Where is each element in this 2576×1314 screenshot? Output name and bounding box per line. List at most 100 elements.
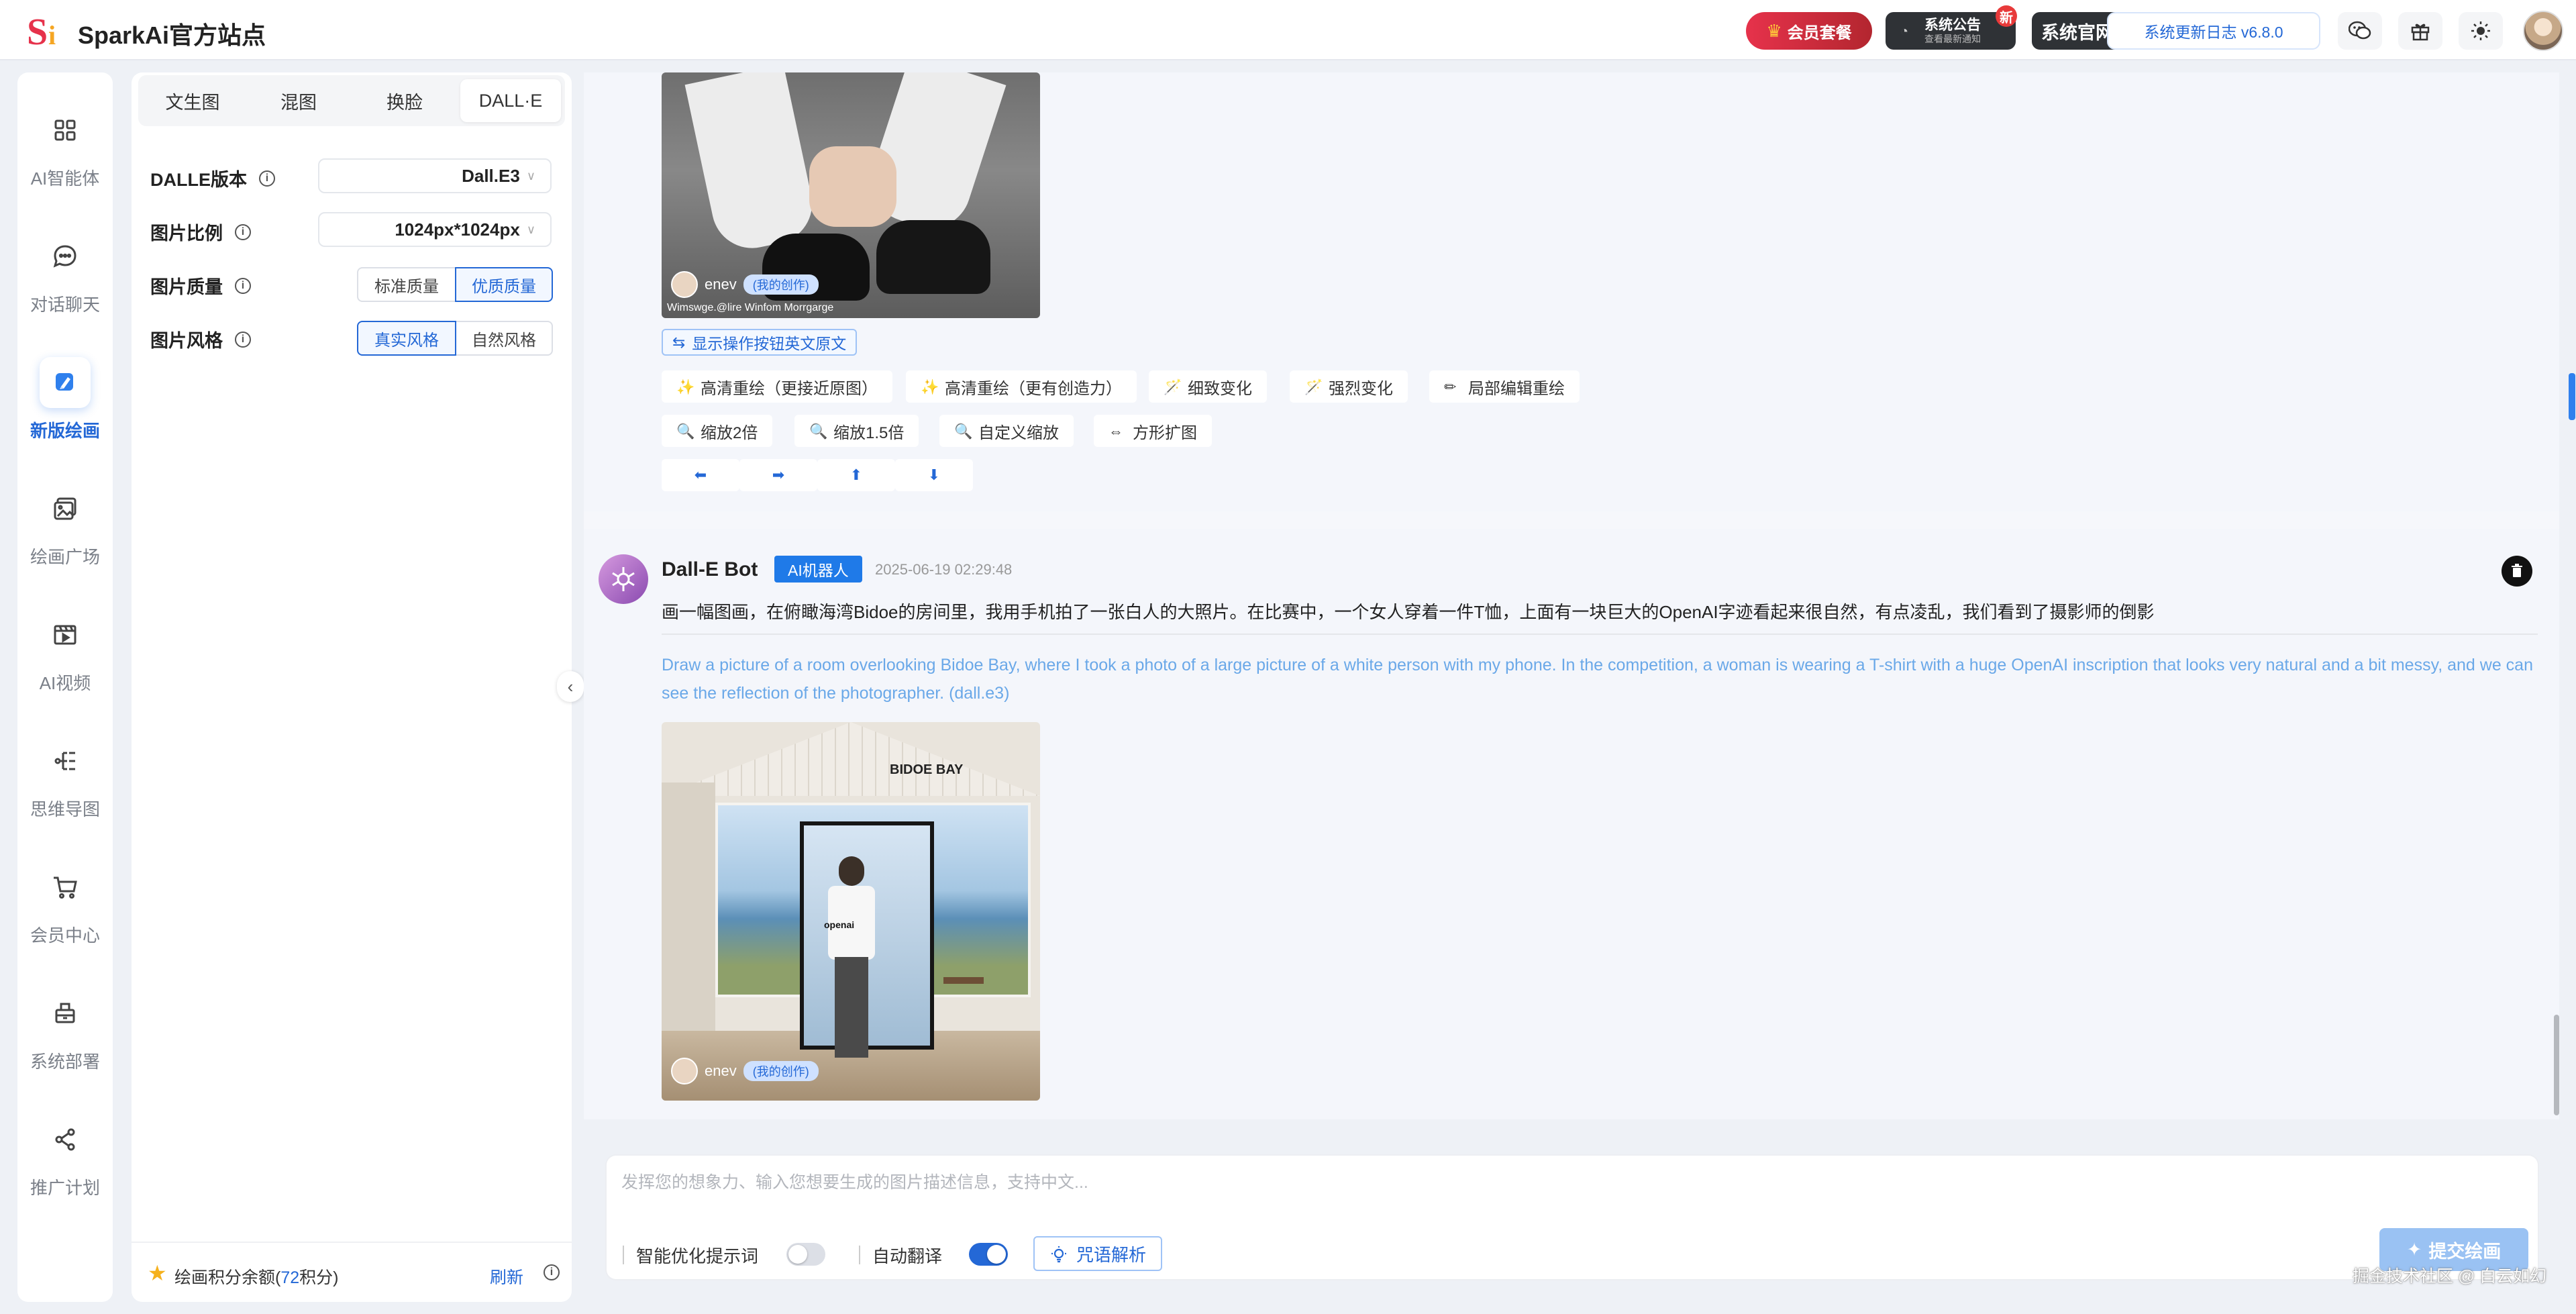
info-icon[interactable]: i (235, 331, 251, 348)
pan-down-button[interactable]: ⬇ (895, 459, 973, 491)
nav-item-painting-square[interactable]: 绘画广场 (17, 471, 113, 578)
gift-icon[interactable] (2398, 12, 2442, 50)
custom-zoom-button[interactable]: 🔍 自定义缩放 (939, 415, 1074, 447)
collapse-panel-handle[interactable]: ‹ (557, 671, 584, 702)
image-gallery-icon (40, 483, 91, 534)
image-ratio-select[interactable]: 1024px*1024px ∨ (318, 212, 552, 247)
openai-bot-avatar (599, 554, 648, 604)
upscale-creative-button[interactable]: ✨ 高清重绘（更有创造力） (906, 370, 1137, 403)
update-log-button[interactable]: 系统更新日志 v6.8.0 (2107, 12, 2320, 50)
nav-item-mindmap[interactable]: 思维导图 (17, 723, 113, 831)
vary-subtle-button[interactable]: 🪄 细致变化 (1149, 370, 1267, 403)
pan-left-button[interactable]: ⬅ (662, 459, 739, 491)
nav-label: AI智能体 (30, 168, 100, 189)
dalle-version-label: DALLE版本 i (150, 165, 275, 191)
brand-title: SparkAi官方站点 (78, 21, 266, 49)
info-icon[interactable]: i (235, 223, 251, 240)
show-original-button[interactable]: ⇆ 显示操作按钮英文原文 (662, 329, 858, 356)
auto-translate-toggle[interactable] (969, 1243, 1008, 1266)
vary-strong-button[interactable]: 🪄 强烈变化 (1290, 370, 1408, 403)
field-label-text: 图片风格 (150, 331, 223, 351)
image-author-tag: enev (我的创作) (671, 271, 819, 298)
nav-item-member-center[interactable]: 会员中心 (17, 850, 113, 957)
delete-message-button[interactable] (2502, 556, 2532, 587)
action-label: 方形扩图 (1133, 423, 1197, 442)
nav-item-ai-video[interactable]: AI视频 (17, 597, 113, 705)
wechat-icon[interactable] (2338, 12, 2382, 50)
action-label: 缩放2倍 (701, 423, 758, 442)
smart-optimize-label: 智能优化提示词 (636, 1246, 759, 1266)
credit-footer: ★ 绘画积分余额(72积分) 刷新 i (132, 1242, 572, 1302)
zoom-2x-button[interactable]: 🔍 缩放2倍 (662, 415, 773, 447)
prompt-english-translation: Draw a picture of a room overlooking Bid… (662, 656, 2533, 703)
prompt-input-box[interactable]: 发挥您的想象力、输入您想要生成的图片描述信息，支持中文... 智能优化提示词 自… (607, 1156, 2538, 1279)
sparkai-logo[interactable]: S i (25, 9, 66, 53)
author-name: enev (705, 1062, 737, 1079)
zoom-1-5x-button[interactable]: 🔍 缩放1.5倍 (794, 415, 919, 447)
user-avatar[interactable] (2523, 11, 2563, 51)
tab-blend[interactable]: 混图 (248, 79, 349, 122)
pan-right-button[interactable]: ➡ (739, 459, 817, 491)
star-icon: ★ (148, 1261, 167, 1285)
quality-standard-option[interactable]: 标准质量 (357, 267, 456, 302)
refresh-link[interactable]: 刷新 (490, 1264, 523, 1288)
vary-region-button[interactable]: ✏ 局部编辑重绘 (1429, 370, 1580, 403)
vip-package-button[interactable]: ♛ 会员套餐 (1746, 12, 1872, 50)
page-scroll-indicator[interactable] (2569, 373, 2575, 420)
image-ratio-label: 图片比例 i (150, 219, 251, 245)
prompt-input-placeholder[interactable]: 发挥您的想象力、输入您想要生成的图片描述信息，支持中文... (621, 1169, 1088, 1193)
nav-item-system-deploy[interactable]: 系统部署 (17, 976, 113, 1083)
spell-parse-label: 咒语解析 (1076, 1244, 1147, 1265)
show-original-label: 显示操作按钮英文原文 (692, 335, 847, 352)
nav-item-chat[interactable]: 对话聊天 (17, 219, 113, 326)
credit-prefix: 绘画积分余额( (174, 1268, 281, 1287)
spell-parse-button[interactable]: 咒语解析 (1033, 1236, 1163, 1271)
divider (859, 1246, 860, 1264)
style-natural-option[interactable]: 自然风格 (455, 321, 553, 356)
tab-face-swap[interactable]: 换脸 (354, 79, 455, 122)
magic-wand-icon: 🪄 (1164, 378, 1182, 395)
image-style-label: 图片风格 i (150, 326, 251, 352)
image-art (876, 220, 990, 294)
author-name: enev (705, 276, 737, 293)
credit-suffix: 积分) (299, 1268, 339, 1287)
image-art (835, 957, 868, 1058)
upscale-subtle-button[interactable]: ✨ 高清重绘（更接近原图） (662, 370, 892, 403)
grid-icon (40, 105, 91, 156)
chat-scrollbar-thumb[interactable] (2554, 1015, 2559, 1115)
credit-balance: 绘画积分余额(72积分) (174, 1264, 338, 1288)
chat-stream: enev (我的创作) Wimswge.@lire Winfom Morrgar… (584, 72, 2559, 1119)
sun-theme-icon[interactable] (2459, 12, 2503, 50)
smart-optimize-toggle[interactable] (786, 1243, 825, 1266)
nav-item-promotion[interactable]: 推广计划 (17, 1102, 113, 1209)
tab-text-to-image[interactable]: 文生图 (142, 79, 243, 122)
style-realistic-option[interactable]: 真实风格 (357, 321, 456, 356)
nav-label: 会员中心 (30, 925, 100, 946)
field-label-text: DALLE版本 (150, 170, 247, 190)
info-icon[interactable]: i (544, 1264, 560, 1280)
chat-scrollbar[interactable] (2559, 72, 2567, 1119)
message-timestamp: 2025-06-19 02:29:48 (875, 561, 1013, 578)
info-icon[interactable]: i (235, 277, 251, 294)
generated-image[interactable]: enev (我的创作) Wimswge.@lire Winfom Morrgar… (662, 72, 1040, 318)
nav-item-new-painting[interactable]: 新版绘画 (17, 345, 113, 452)
lightbulb-icon (1051, 1246, 1066, 1263)
action-label: 高清重绘（更有创造力） (945, 379, 1122, 398)
tab-dalle[interactable]: DALL·E (460, 79, 561, 122)
svg-text:S: S (27, 11, 48, 51)
clapperboard-icon (40, 609, 91, 660)
generated-image[interactable]: BIDOE BAY openai enev (我的创作) (662, 722, 1040, 1101)
prompt-chinese: 画一幅图画，在俯瞰海湾Bidoe的房间里，我用手机拍了一张白人的大照片。在比赛中… (662, 602, 2155, 622)
quality-premium-option[interactable]: 优质质量 (455, 267, 553, 302)
pan-up-button[interactable]: ⬆ (817, 459, 895, 491)
sparkle-icon: ✨ (921, 378, 939, 395)
info-icon[interactable]: i (259, 170, 275, 187)
field-label-text: 图片质量 (150, 277, 223, 297)
square-expand-button[interactable]: ⇔ 方形扩图 (1094, 415, 1212, 447)
notice-subtitle: 查看最新通知 (1924, 34, 1981, 44)
action-label: 缩放1.5倍 (833, 423, 905, 442)
nav-item-ai-agent[interactable]: AI智能体 (17, 93, 113, 200)
field-label-text: 图片比例 (150, 223, 223, 244)
image-quality-label: 图片质量 i (150, 272, 251, 299)
dalle-version-select[interactable]: Dall.E3 ∨ (318, 158, 552, 193)
